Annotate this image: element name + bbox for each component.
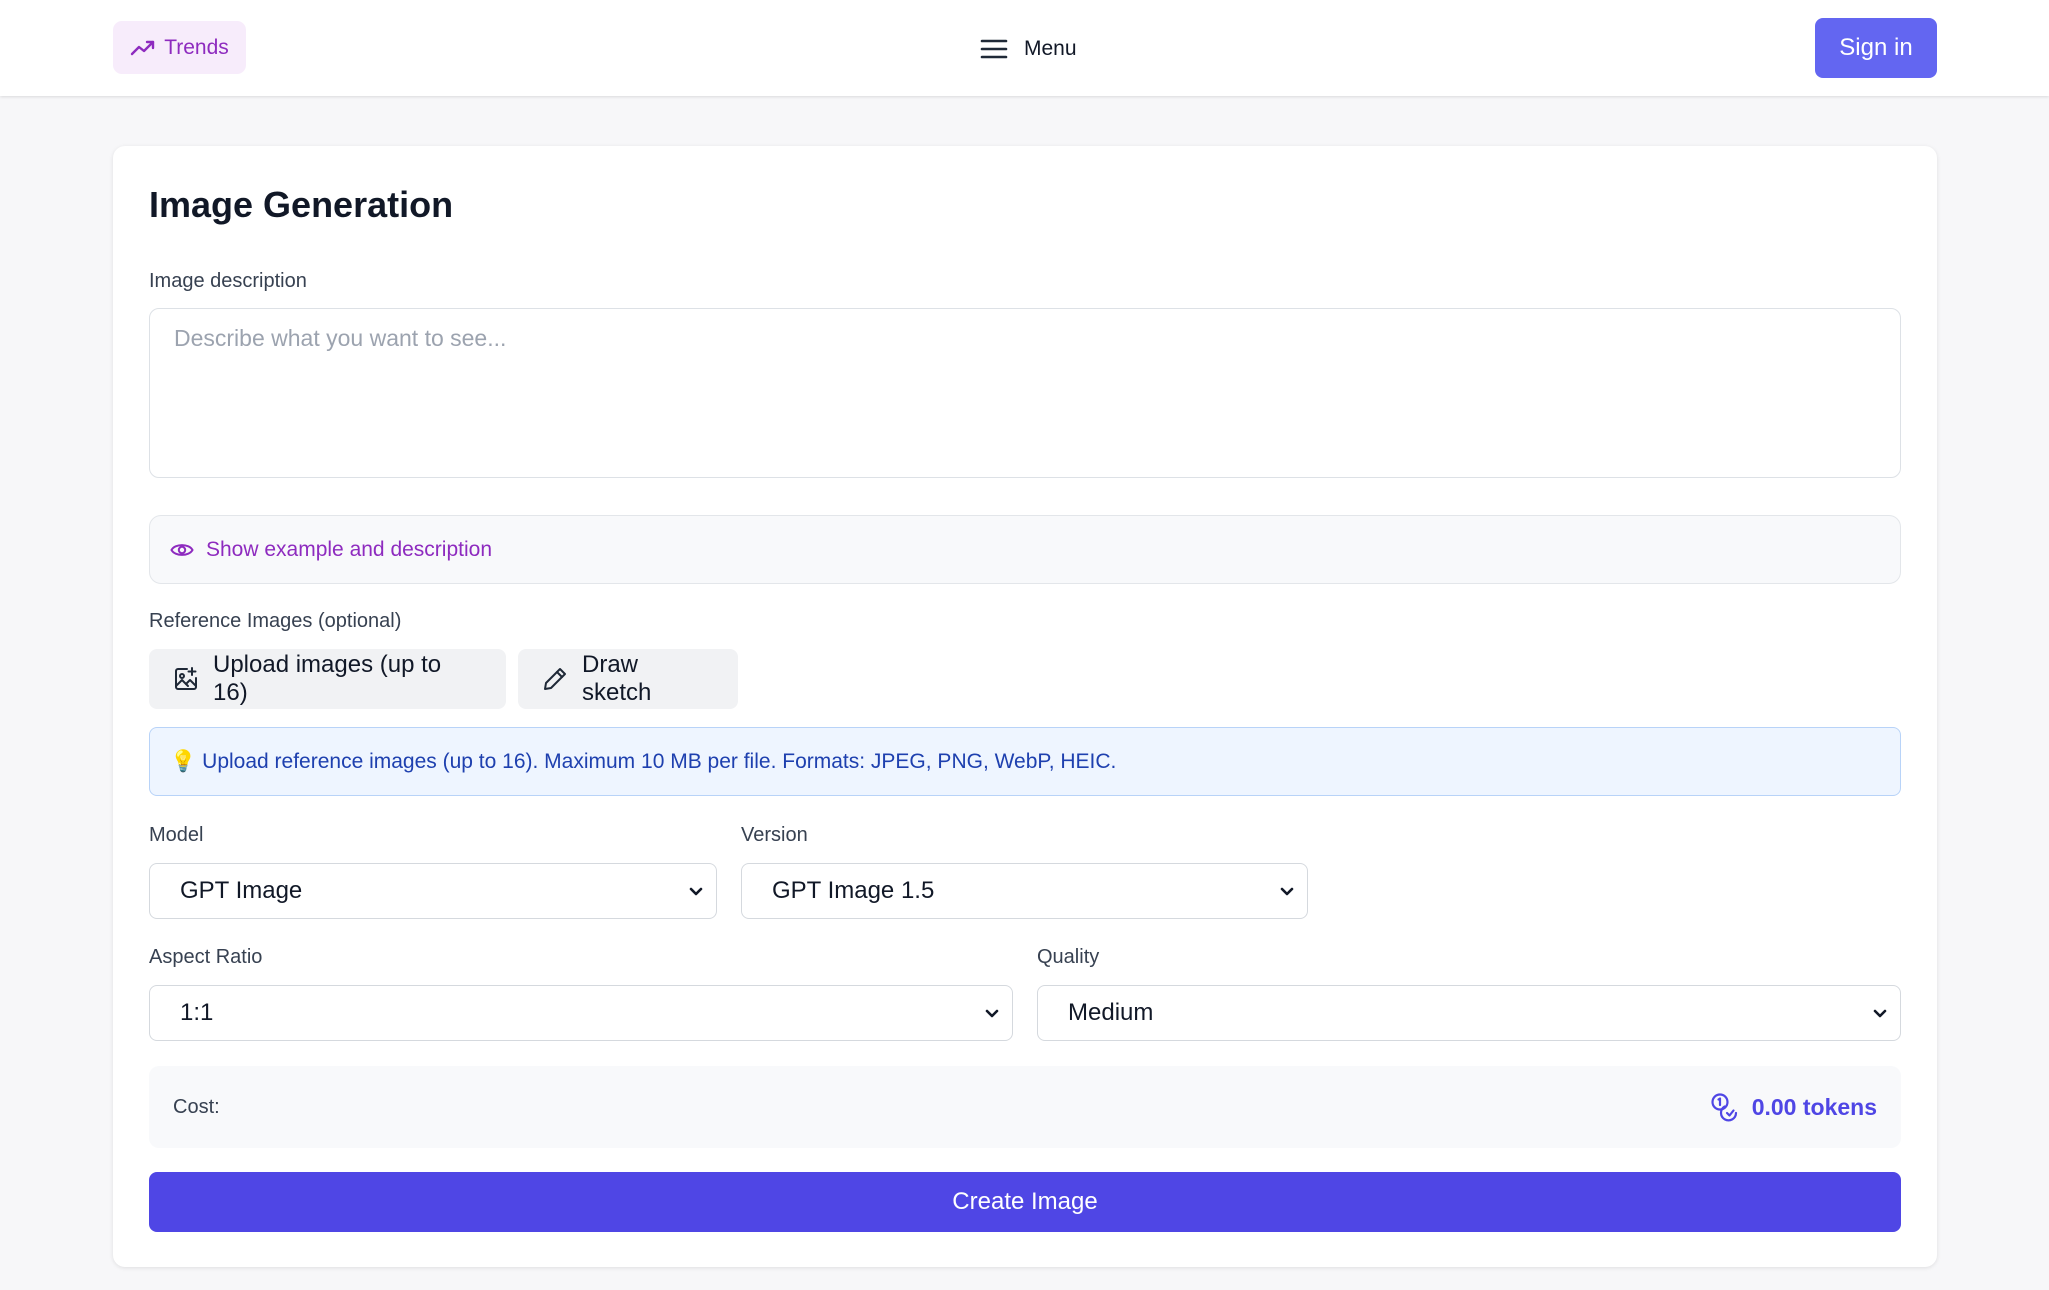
cost-summary: Cost: 0.00 tokens (149, 1066, 1901, 1148)
hamburger-menu-icon (980, 38, 1008, 60)
model-selected-value: GPT Image (180, 877, 303, 904)
menu-button[interactable]: Menu (980, 32, 1077, 66)
upload-info-text: Upload reference images (up to 16). Maxi… (202, 749, 1117, 773)
version-select[interactable]: GPT Image 1.5 (741, 863, 1308, 919)
aspect-ratio-label: Aspect Ratio (149, 946, 263, 968)
create-image-button[interactable]: Create Image (149, 1172, 1901, 1232)
description-input[interactable] (149, 308, 1901, 478)
version-selected-value: GPT Image 1.5 (772, 877, 935, 904)
page-title: Image Generation (149, 184, 454, 225)
sign-in-button[interactable]: Sign in (1815, 18, 1937, 78)
aspect-ratio-selected-value: 1:1 (180, 999, 214, 1026)
pencil-icon (542, 666, 568, 692)
chevron-down-icon (1279, 885, 1295, 897)
lightbulb-icon: 💡 (170, 749, 197, 773)
model-label: Model (149, 824, 204, 846)
trends-label: Trends (164, 35, 229, 59)
quality-label: Quality (1037, 946, 1100, 968)
upload-images-button[interactable]: Upload images (up to 16) (149, 649, 506, 709)
description-label: Image description (149, 270, 307, 292)
trending-up-icon (130, 39, 156, 57)
quality-selected-value: Medium (1068, 999, 1154, 1026)
chevron-down-icon (688, 885, 704, 897)
cost-value-group: 0.00 tokens (1710, 1090, 1877, 1124)
image-plus-icon (173, 666, 199, 692)
eye-icon (170, 541, 194, 559)
draw-sketch-button[interactable]: Draw sketch (518, 649, 738, 709)
draw-sketch-label: Draw sketch (582, 651, 652, 706)
reference-images-label: Reference Images (optional) (149, 610, 402, 632)
model-select[interactable]: GPT Image (149, 863, 717, 919)
show-example-toggle[interactable]: Show example and description (149, 515, 1901, 584)
menu-label: Menu (1024, 37, 1077, 60)
trends-button[interactable]: Trends (113, 21, 246, 74)
show-example-label: Show example and description (206, 537, 493, 561)
top-header: Trends Menu Sign in (0, 0, 2049, 96)
quality-select[interactable]: Medium (1037, 985, 1901, 1041)
chevron-down-icon (984, 1007, 1000, 1019)
upload-images-label: Upload images (up to 16) (213, 651, 442, 706)
cost-label: Cost: (173, 1096, 220, 1118)
image-generation-card: Image Generation Image description Show … (113, 146, 1937, 1267)
chevron-down-icon (1872, 1007, 1888, 1019)
cost-amount: 0.00 tokens (1751, 1093, 1877, 1120)
version-label: Version (741, 824, 808, 846)
aspect-ratio-select[interactable]: 1:1 (149, 985, 1013, 1041)
coins-icon (1710, 1092, 1740, 1122)
upload-info-banner: 💡 Upload reference images (up to 16). Ma… (149, 727, 1901, 796)
